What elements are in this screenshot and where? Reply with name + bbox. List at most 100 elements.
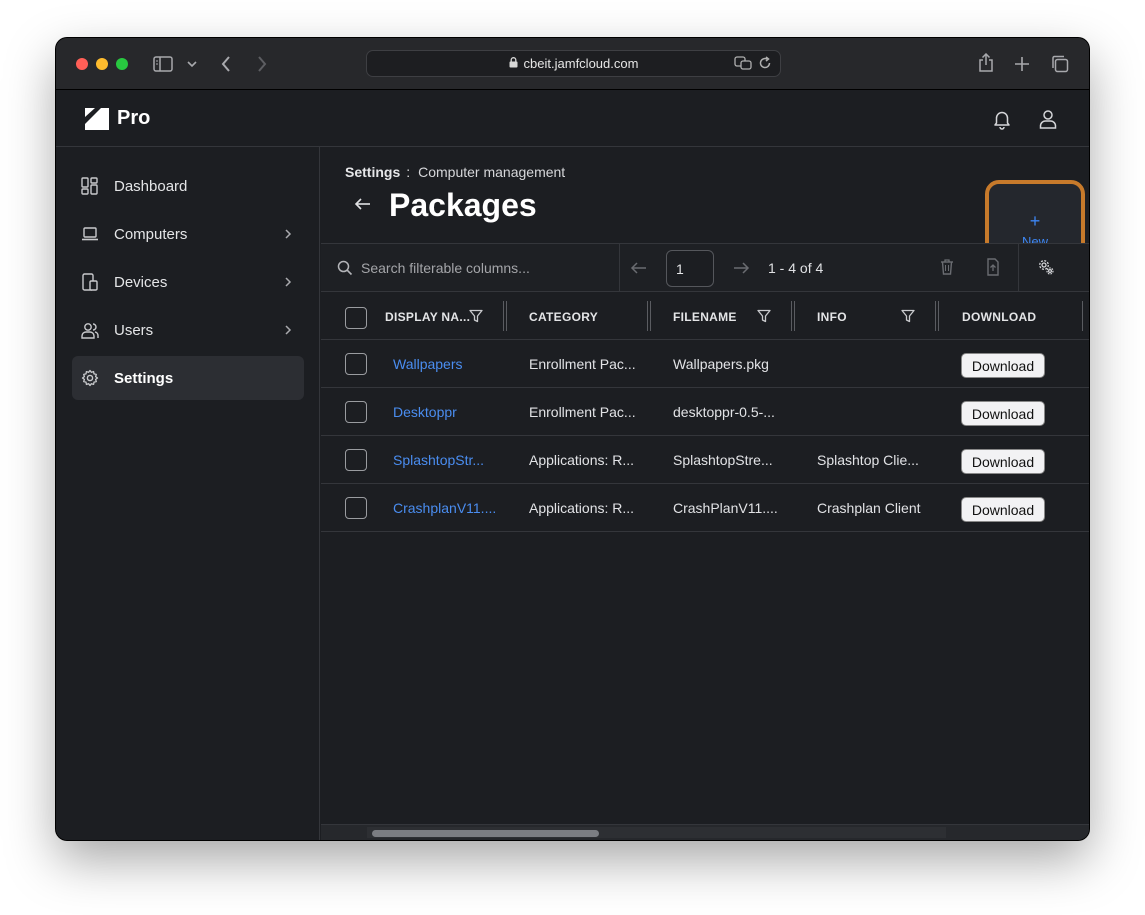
devices-icon — [81, 273, 99, 291]
breadcrumb-settings[interactable]: Settings — [345, 164, 400, 180]
breadcrumb-computer-management[interactable]: Computer management — [418, 164, 565, 180]
back-icon[interactable] — [218, 54, 234, 74]
sidebar-item-label: Computers — [114, 225, 188, 243]
forward-icon[interactable] — [254, 54, 270, 74]
package-category: Enrollment Pac... — [529, 404, 636, 420]
column-resize-handle[interactable] — [935, 301, 939, 331]
row-checkbox[interactable] — [345, 497, 367, 519]
column-header-info[interactable]: INFO — [817, 310, 847, 324]
browser-window: cbeit.jamfcloud.com Pro Dashboard Comput… — [56, 38, 1089, 840]
chevron-right-icon — [284, 227, 292, 244]
gear-icon — [81, 369, 99, 387]
package-name-link[interactable]: Desktoppr — [393, 404, 457, 420]
download-button[interactable]: Download — [961, 449, 1045, 474]
search-input[interactable] — [361, 256, 611, 280]
column-resize-handle[interactable] — [647, 301, 651, 331]
download-button[interactable]: Download — [961, 401, 1045, 426]
sidebar-item-computers[interactable]: Computers — [72, 212, 304, 256]
back-arrow-icon[interactable] — [354, 195, 374, 215]
table-toolbar: 1 - 4 of 4 — [321, 243, 1089, 292]
export-icon[interactable] — [985, 258, 1001, 276]
dashboard-icon — [81, 177, 99, 195]
lock-icon — [509, 56, 518, 71]
toolbar-divider — [1018, 244, 1019, 292]
column-header-download[interactable]: DOWNLOAD — [962, 310, 1036, 324]
next-page-icon[interactable] — [732, 260, 750, 276]
breadcrumb: Settings: Computer management — [345, 164, 565, 180]
laptop-icon — [81, 225, 99, 243]
package-name-link[interactable]: SplashtopStr... — [393, 452, 484, 468]
bell-icon[interactable] — [991, 108, 1013, 130]
sidebar-item-label: Devices — [114, 273, 168, 291]
package-filename: desktoppr-0.5-... — [673, 404, 775, 420]
previous-page-icon[interactable] — [630, 260, 648, 276]
address-bar[interactable]: cbeit.jamfcloud.com — [366, 50, 781, 77]
reload-icon[interactable] — [758, 56, 772, 73]
sidebar-item-settings[interactable]: Settings — [72, 356, 304, 400]
pagination-count: 1 - 4 of 4 — [768, 260, 824, 276]
brand-name: Pro — [117, 107, 151, 129]
filter-icon[interactable] — [469, 309, 483, 323]
sidebar-item-label: Settings — [114, 369, 174, 387]
column-header-filename[interactable]: FILENAME — [673, 310, 737, 324]
row-checkbox[interactable] — [345, 353, 367, 375]
tab-overview-icon[interactable] — [1050, 54, 1070, 74]
table-row: CrashplanV11.... Applications: R... Cras… — [321, 484, 1089, 532]
horizontal-scrollbar[interactable] — [321, 824, 1089, 840]
sidebar: Dashboard Computers Devices Users Settin… — [56, 147, 320, 840]
chevron-down-icon[interactable] — [186, 58, 198, 70]
package-info: Splashtop Clie... — [817, 452, 919, 468]
delete-icon[interactable] — [939, 258, 955, 276]
package-category: Enrollment Pac... — [529, 356, 636, 372]
minimize-window-button[interactable] — [96, 58, 108, 70]
users-icon — [81, 321, 99, 339]
sidebar-toggle-icon[interactable] — [153, 55, 173, 73]
new-tab-icon[interactable] — [1012, 54, 1032, 74]
download-button[interactable]: Download — [961, 497, 1045, 522]
url-text: cbeit.jamfcloud.com — [523, 56, 639, 71]
column-header-display-name[interactable]: DISPLAY NA... — [385, 310, 470, 324]
column-settings-icon[interactable] — [1038, 259, 1054, 277]
sidebar-item-label: Dashboard — [114, 177, 188, 195]
main-content: Settings: Computer management Packages + … — [321, 147, 1089, 840]
browser-toolbar: cbeit.jamfcloud.com — [56, 38, 1089, 90]
plus-icon: + — [1029, 210, 1041, 231]
package-filename: SplashtopStre... — [673, 452, 773, 468]
page-title: Packages — [389, 187, 537, 223]
row-checkbox[interactable] — [345, 401, 367, 423]
user-icon[interactable] — [1037, 108, 1059, 130]
chevron-right-icon — [284, 323, 292, 340]
column-resize-handle[interactable] — [791, 301, 795, 331]
package-category: Applications: R... — [529, 500, 635, 516]
column-resize-handle[interactable] — [1082, 301, 1084, 331]
share-icon[interactable] — [976, 52, 996, 74]
chevron-right-icon — [284, 275, 292, 292]
table-row: Desktoppr Enrollment Pac... desktoppr-0.… — [321, 388, 1089, 436]
sidebar-item-users[interactable]: Users — [72, 308, 304, 352]
package-filename: Wallpapers.pkg — [673, 356, 769, 372]
filter-icon[interactable] — [757, 309, 771, 323]
package-category: Applications: R... — [529, 452, 635, 468]
download-button[interactable]: Download — [961, 353, 1045, 378]
package-name-link[interactable]: Wallpapers — [393, 356, 463, 372]
zoom-window-button[interactable] — [116, 58, 128, 70]
toolbar-divider — [619, 244, 620, 292]
sidebar-item-label: Users — [114, 321, 154, 339]
page-number-input[interactable] — [666, 250, 714, 287]
table-row: SplashtopStr... Applications: R... Splas… — [321, 436, 1089, 484]
package-name-link[interactable]: CrashplanV11.... — [393, 500, 496, 516]
sidebar-item-devices[interactable]: Devices — [72, 260, 304, 304]
jamf-logo-icon — [84, 107, 110, 131]
select-all-checkbox[interactable] — [345, 307, 367, 329]
table-header: DISPLAY NA... CATEGORY FILENAME INFO DOW… — [321, 292, 1089, 340]
column-header-category[interactable]: CATEGORY — [529, 310, 598, 324]
table-row: Wallpapers Enrollment Pac... Wallpapers.… — [321, 340, 1089, 388]
filter-icon[interactable] — [901, 309, 915, 323]
column-resize-handle[interactable] — [503, 301, 507, 331]
sidebar-item-dashboard[interactable]: Dashboard — [72, 164, 304, 208]
close-window-button[interactable] — [76, 58, 88, 70]
row-checkbox[interactable] — [345, 449, 367, 471]
scrollbar-thumb[interactable] — [372, 830, 599, 837]
translate-icon[interactable] — [734, 56, 752, 73]
breadcrumb-separator: : — [406, 164, 411, 180]
